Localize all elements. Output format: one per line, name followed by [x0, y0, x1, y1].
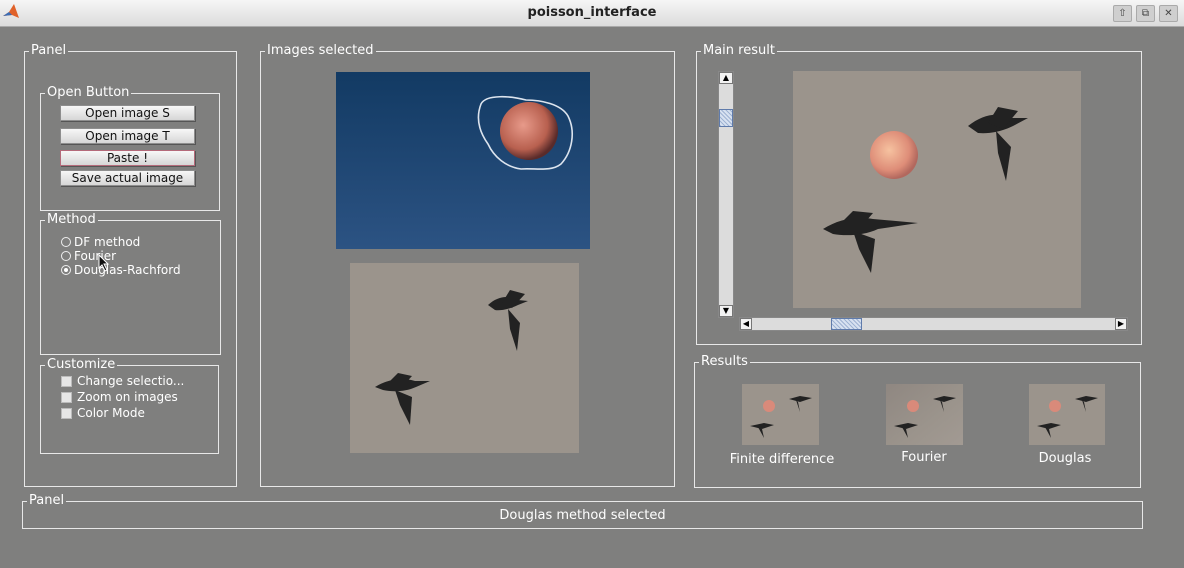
checkbox-color-mode[interactable]: Color Mode: [61, 406, 145, 420]
paste-button[interactable]: Paste !: [60, 150, 195, 166]
customize-group-title: Customize: [45, 357, 118, 373]
mouse-cursor-icon: [98, 254, 110, 272]
vertical-scrollbar[interactable]: ▲ ▼: [718, 71, 734, 318]
result-label-douglas: Douglas: [1038, 451, 1092, 466]
scroll-left-icon[interactable]: ◀: [740, 318, 752, 330]
results-title: Results: [699, 354, 750, 370]
open-button-group: Open Button Open image S Open image T Pa…: [40, 85, 220, 211]
radio-label: Douglas-Rachford: [74, 263, 181, 277]
title-bar: poisson_interface ⇧ ⧉ ✕: [0, 0, 1184, 27]
radio-df-method[interactable]: DF method: [61, 235, 140, 249]
horizontal-scroll-thumb[interactable]: [831, 318, 862, 330]
open-image-t-button[interactable]: Open image T: [60, 128, 195, 144]
radio-douglas-rachford[interactable]: Douglas-Rachford: [61, 263, 181, 277]
checkbox[interactable]: [61, 375, 72, 387]
checkbox-label: Change selectio...: [77, 374, 185, 388]
result-thumbnail-finite-difference[interactable]: [742, 384, 819, 445]
scroll-right-icon[interactable]: ▶: [1115, 318, 1127, 330]
result-label-fourier: Fourier: [901, 450, 947, 465]
result-label-finite-difference: Finite difference: [729, 452, 835, 467]
checkbox-change-selection[interactable]: Change selectio...: [61, 374, 184, 388]
window-title: poisson_interface: [527, 5, 657, 20]
radio-button[interactable]: [61, 237, 71, 247]
status-panel-title: Panel: [27, 493, 67, 509]
horizontal-scrollbar[interactable]: ◀ ▶: [739, 317, 1128, 331]
result-thumbnail-fourier[interactable]: [886, 384, 963, 445]
left-panel-title: Panel: [29, 43, 69, 59]
status-message: Douglas method selected: [499, 508, 666, 523]
checkbox[interactable]: [61, 407, 72, 419]
checkbox-label: Zoom on images: [77, 390, 178, 404]
checkbox[interactable]: [61, 391, 72, 403]
target-image-geese[interactable]: [350, 263, 579, 453]
status-panel: Panel Douglas method selected: [22, 493, 1143, 529]
left-panel: Panel Open Button Open image S Open imag…: [24, 43, 237, 487]
scroll-up-icon[interactable]: ▲: [719, 72, 733, 84]
radio-button[interactable]: [61, 251, 71, 261]
method-group: Method DF method Fourier Douglas-Rachfor…: [40, 212, 221, 355]
customize-group: Customize Change selectio... Zoom on ima…: [40, 357, 219, 454]
main-result-title: Main result: [701, 43, 777, 59]
vertical-scroll-thumb[interactable]: [719, 109, 733, 127]
scroll-down-icon[interactable]: ▼: [719, 305, 733, 317]
result-thumbnail-douglas[interactable]: [1029, 384, 1105, 445]
open-image-s-button[interactable]: Open image S: [60, 105, 195, 121]
method-group-title: Method: [45, 212, 98, 228]
checkbox-label: Color Mode: [77, 406, 145, 420]
restore-icon[interactable]: ⧉: [1136, 5, 1155, 22]
close-icon[interactable]: ✕: [1159, 5, 1178, 22]
source-image-moon[interactable]: [336, 72, 590, 249]
main-result-image[interactable]: [793, 71, 1081, 308]
save-actual-image-button[interactable]: Save actual image: [60, 170, 195, 186]
maximize-icon[interactable]: ⇧: [1113, 5, 1132, 22]
checkbox-zoom-on-images[interactable]: Zoom on images: [61, 390, 178, 404]
open-button-group-title: Open Button: [45, 85, 132, 101]
images-selected-title: Images selected: [265, 43, 376, 59]
radio-label: DF method: [74, 235, 141, 249]
radio-button-selected[interactable]: [61, 265, 71, 275]
